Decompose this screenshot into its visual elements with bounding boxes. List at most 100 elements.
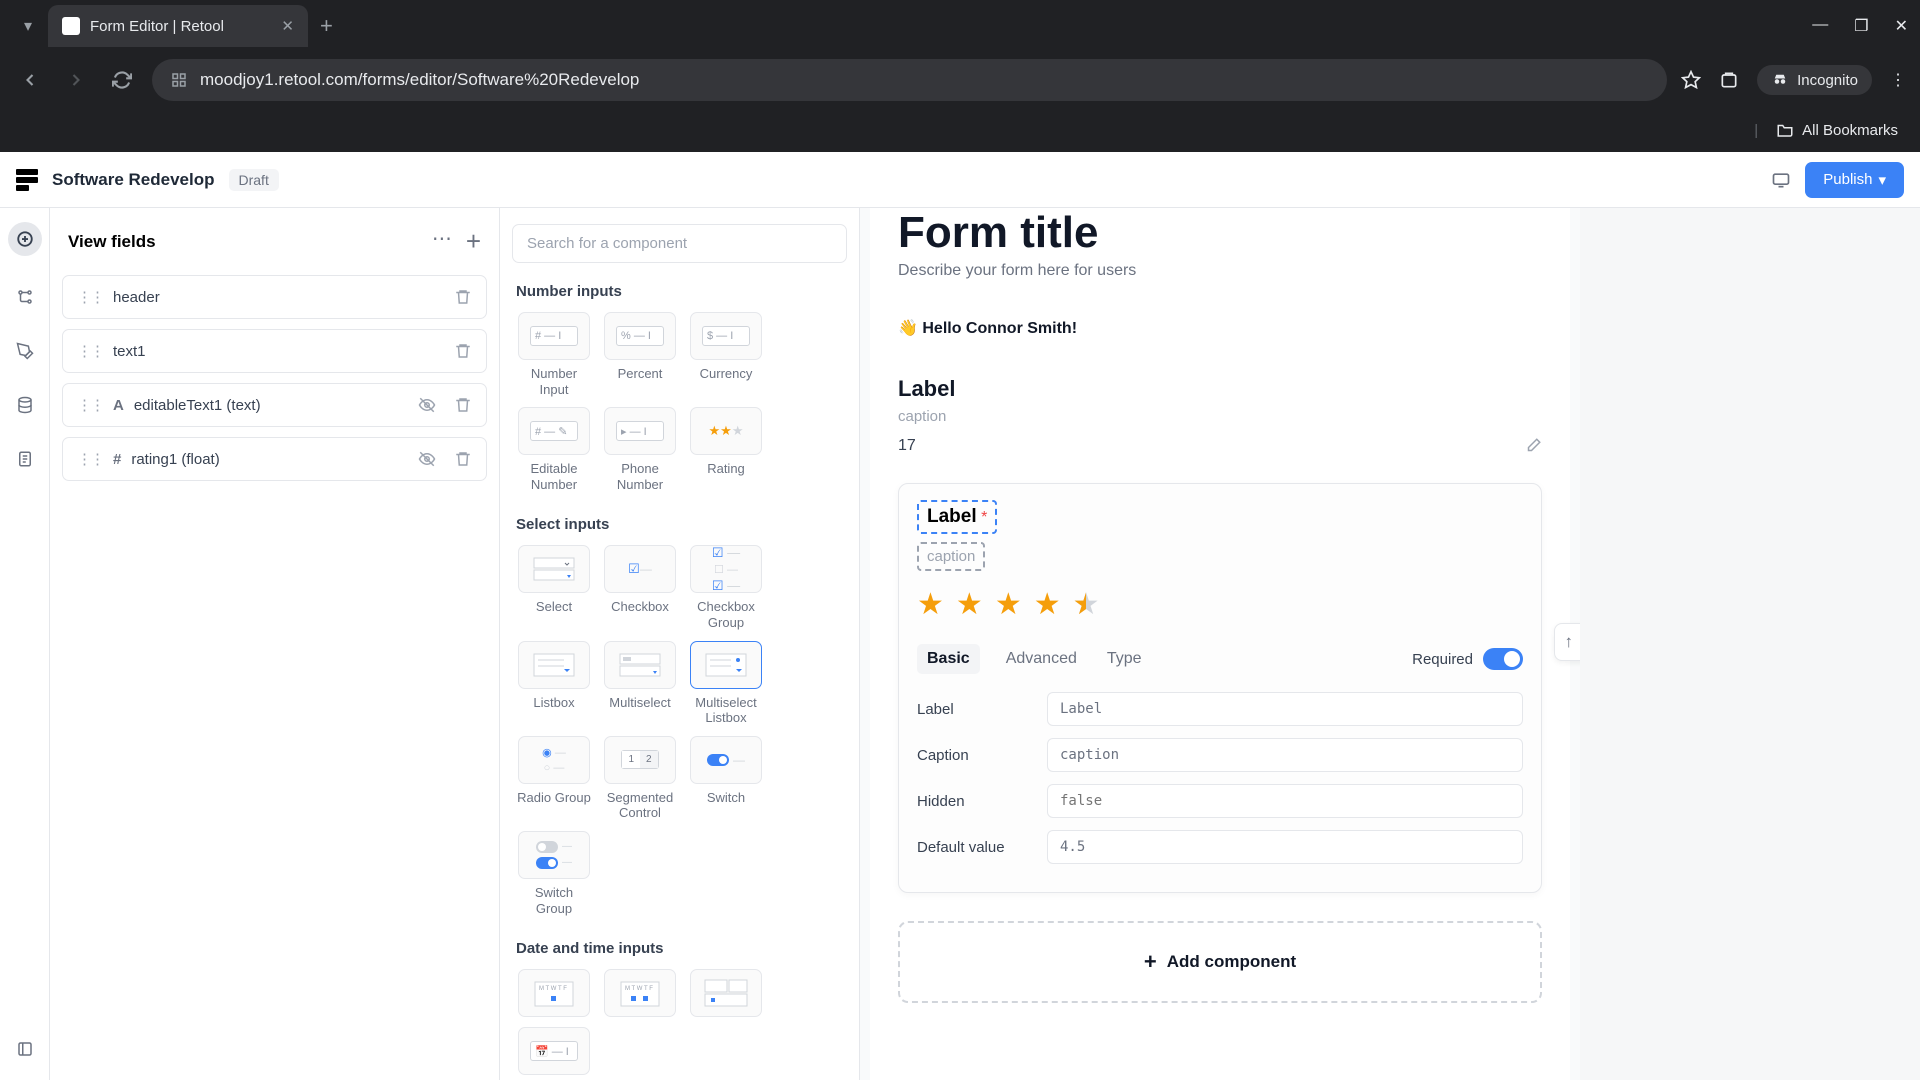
window-maximize-icon[interactable]: ❐ (1854, 16, 1868, 36)
component-percent[interactable]: % — IPercent (602, 312, 678, 397)
reload-button[interactable] (106, 64, 138, 96)
right-gutter (1580, 208, 1920, 1080)
extensions-icon[interactable] (1719, 70, 1739, 90)
component-listbox[interactable]: Listbox (516, 641, 592, 726)
prop-hidden-input[interactable] (1047, 784, 1523, 818)
address-bar[interactable]: moodjoy1.retool.com/forms/editor/Softwar… (152, 59, 1667, 101)
grip-icon[interactable]: ⋮⋮ (77, 396, 103, 414)
star-icon[interactable]: ★ (917, 587, 944, 622)
field-label: editableText1 (text) (134, 397, 261, 414)
component-radio-group[interactable]: ◉ —○ —Radio Group (516, 736, 592, 821)
prop-default-input[interactable] (1047, 830, 1523, 864)
back-button[interactable] (14, 64, 46, 96)
form-title[interactable]: Form title (898, 208, 1542, 258)
fields-more-icon[interactable]: ⋯ (432, 226, 452, 257)
component-date-2[interactable]: M T W T F (602, 969, 678, 1017)
component-date-4[interactable]: 📅 — I (516, 1027, 592, 1075)
add-component-button[interactable]: + Add component (898, 921, 1542, 1003)
new-tab-button[interactable]: + (320, 13, 333, 39)
number-type-icon: # (113, 451, 121, 468)
visibility-icon[interactable] (418, 396, 436, 414)
component-segmented-control[interactable]: 12Segmented Control (602, 736, 678, 821)
move-up-icon[interactable]: ↑ (1565, 632, 1574, 652)
preview-icon[interactable] (1771, 170, 1791, 190)
selected-caption-box[interactable]: caption (917, 542, 985, 571)
required-label: Required (1412, 651, 1473, 668)
publish-button[interactable]: Publish ▾ (1805, 162, 1904, 198)
section-title-number: Number inputs (512, 283, 847, 300)
component-rating[interactable]: ★★★Rating (688, 407, 764, 492)
app-logo-icon[interactable] (16, 169, 38, 191)
star-icon[interactable]: ★ (995, 587, 1022, 622)
component-date-1[interactable]: M T W T F (516, 969, 592, 1017)
forward-button[interactable] (60, 64, 92, 96)
folder-icon (1776, 121, 1794, 139)
rail-collapse-icon[interactable] (12, 1036, 38, 1062)
incognito-indicator[interactable]: Incognito (1757, 65, 1872, 95)
browser-tab[interactable]: Form Editor | Retool ✕ (48, 5, 308, 47)
component-checkbox-group[interactable]: ☑ —☐ —☑ —Checkbox Group (688, 545, 764, 630)
selected-component-block[interactable]: Label * caption ★ ★ ★ ★ ★ Basic (898, 483, 1542, 893)
tab-advanced[interactable]: Advanced (1002, 644, 1081, 674)
url-text: moodjoy1.retool.com/forms/editor/Softwar… (200, 70, 639, 90)
component-select[interactable]: Select (516, 545, 592, 630)
rail-docs-icon[interactable] (12, 446, 38, 472)
star-half-icon[interactable]: ★ (1073, 587, 1100, 622)
visibility-icon[interactable] (418, 450, 436, 468)
grip-icon[interactable]: ⋮⋮ (77, 288, 103, 306)
rating-stars[interactable]: ★ ★ ★ ★ ★ (917, 587, 1523, 622)
component-date-3[interactable] (688, 969, 764, 1017)
prop-hidden: Hidden (917, 793, 1047, 810)
component-multiselect-listbox[interactable]: Multiselect Listbox (688, 641, 764, 726)
grip-icon[interactable]: ⋮⋮ (77, 450, 103, 468)
rail-database-icon[interactable] (12, 392, 38, 418)
component-phone-number[interactable]: ▸ — IPhone Number (602, 407, 678, 492)
rail-theme-icon[interactable] (12, 338, 38, 364)
fields-add-icon[interactable]: + (466, 226, 481, 257)
tab-type[interactable]: Type (1103, 644, 1146, 674)
field-row-editabletext[interactable]: ⋮⋮ A editableText1 (text) (62, 383, 487, 427)
trash-icon[interactable] (454, 342, 472, 360)
block1-label: Label (898, 376, 955, 401)
tab-dropdown[interactable]: ▾ (12, 10, 44, 42)
rail-workflow-icon[interactable] (12, 284, 38, 310)
component-search-input[interactable] (512, 224, 847, 263)
component-switch[interactable]: —Switch (688, 736, 764, 821)
prop-caption-input[interactable] (1047, 738, 1523, 772)
window-close-icon[interactable]: ✕ (1895, 16, 1908, 36)
chevron-down-icon: ▾ (1878, 171, 1886, 189)
site-settings-icon[interactable] (170, 71, 188, 89)
rail-add-icon[interactable] (8, 222, 42, 256)
browser-menu-icon[interactable]: ⋮ (1890, 70, 1906, 90)
component-checkbox[interactable]: ☑ —Checkbox (602, 545, 678, 630)
component-multiselect[interactable]: Multiselect (602, 641, 678, 726)
field-row-rating[interactable]: ⋮⋮ # rating1 (float) (62, 437, 487, 481)
selected-label-box[interactable]: Label * (917, 500, 997, 534)
window-minimize-icon[interactable]: — (1812, 16, 1828, 36)
star-icon[interactable]: ★ (956, 587, 983, 622)
prop-label-input[interactable] (1047, 692, 1523, 726)
component-editable-number[interactable]: # — ✎Editable Number (516, 407, 592, 492)
required-toggle[interactable] (1483, 648, 1523, 670)
edit-icon[interactable] (1524, 437, 1542, 455)
bookmark-star-icon[interactable] (1681, 70, 1701, 90)
component-currency[interactable]: $ — ICurrency (688, 312, 764, 397)
app-header: Software Redevelop Draft Publish ▾ (0, 152, 1920, 208)
all-bookmarks-link[interactable]: All Bookmarks (1802, 122, 1898, 139)
grip-icon[interactable]: ⋮⋮ (77, 342, 103, 360)
tab-basic[interactable]: Basic (917, 644, 980, 674)
trash-icon[interactable] (454, 396, 472, 414)
field-row-text1[interactable]: ⋮⋮ text1 (62, 329, 487, 373)
canvas-panel: Form title Describe your form here for u… (860, 208, 1580, 1080)
close-tab-icon[interactable]: ✕ (281, 17, 294, 35)
trash-icon[interactable] (454, 450, 472, 468)
component-switch-group[interactable]: ——Switch Group (516, 831, 592, 916)
trash-icon[interactable] (454, 288, 472, 306)
star-icon[interactable]: ★ (1034, 587, 1061, 622)
favicon (62, 17, 80, 35)
component-number-input[interactable]: # — INumber Input (516, 312, 592, 397)
draft-badge: Draft (229, 169, 279, 191)
app-title: Software Redevelop (52, 170, 215, 190)
form-description[interactable]: Describe your form here for users (898, 262, 1542, 280)
field-row-header[interactable]: ⋮⋮ header (62, 275, 487, 319)
